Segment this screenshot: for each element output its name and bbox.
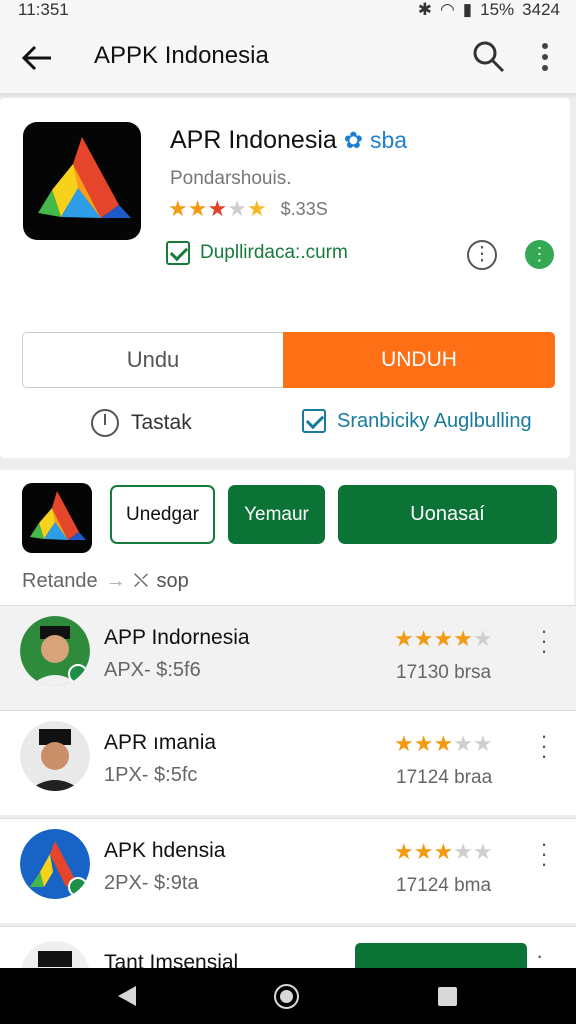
- item-count: 17124 bma: [396, 875, 492, 896]
- app-name: APR Indonesia: [170, 126, 337, 154]
- star-icon: ★: [187, 196, 208, 221]
- list-item[interactable]: APK hdensia 2PX- $:9ta ★ ★ ★ ★ ★ 17124 bma ·…: [0, 818, 576, 923]
- item-rating: ★ ★ ★ ★ ★: [394, 731, 493, 756]
- feature-tastak[interactable]: Tastak: [91, 409, 192, 437]
- list-item[interactable]: APP Indornesia APX- $:5f6 ★ ★ ★ ★ ★ 17130 br…: [0, 605, 576, 710]
- avatar: [20, 616, 90, 686]
- avatar: [20, 721, 90, 791]
- battery-percent: 15%: [480, 0, 515, 19]
- item-count: 17130 brsa: [396, 662, 492, 683]
- signal-icon: ▮: [462, 0, 473, 19]
- rating-row: ★ ★ ★ ★ ★ $.33S: [168, 198, 328, 220]
- item-rating: ★ ★ ★ ★ ★: [394, 626, 493, 651]
- item-price: 2PX- $:9ta: [104, 872, 199, 894]
- breadcrumb-right[interactable]: sop: [157, 570, 189, 593]
- system-nav-bar: [0, 968, 576, 1024]
- more-vert-icon[interactable]: · · ·: [536, 725, 552, 767]
- item-price: 1PX- $:5fc: [104, 764, 198, 786]
- chip-unedgar[interactable]: Unedgar: [110, 485, 215, 544]
- app-details-card: APR Indonesia ✿ sba Pondarshouis. ★ ★ ★ …: [0, 98, 570, 458]
- wifi-icon: ◠: [439, 0, 455, 19]
- nav-back-icon[interactable]: [118, 986, 136, 1006]
- more-vert-icon[interactable]: · · ·: [536, 620, 552, 662]
- star-icon: ★: [227, 196, 247, 221]
- item-count: 17124 braa: [396, 767, 493, 788]
- filter-card: Unedgar Yemaur Uonasaí Retande → ⛌ sop: [0, 470, 574, 605]
- breadcrumb-left[interactable]: Retande: [22, 570, 98, 593]
- app-bar: APPK Indonesia: [0, 22, 576, 94]
- app-logo-small-icon: [22, 483, 92, 553]
- avatar: [20, 829, 90, 899]
- item-action-button[interactable]: [355, 943, 527, 969]
- search-icon[interactable]: [472, 40, 506, 74]
- breadcrumb: Retande → ⛌ sop: [22, 570, 189, 593]
- list-item[interactable]: APR ımania 1PX- $:5fc ★ ★ ★ ★ ★ 17124 braa ·…: [0, 710, 576, 815]
- bluetooth-icon: ✱: [417, 0, 432, 19]
- nav-home-icon[interactable]: [274, 984, 299, 1009]
- feature-check[interactable]: Sranbiciky Auglbulling: [302, 409, 532, 433]
- feature-label: Tastak: [131, 411, 192, 434]
- avatar: [20, 941, 90, 971]
- more-vert-icon[interactable]: · · ·: [536, 833, 552, 875]
- item-name: APP Indornesia: [104, 626, 250, 649]
- status-bar: 11:351 ✱ ◠ ▮ 15% 3424: [0, 0, 576, 22]
- page-title: APPK Indonesia: [94, 42, 269, 69]
- verified-badge-icon: ✿: [343, 127, 364, 153]
- green-menu-icon[interactable]: ⋮: [525, 240, 554, 269]
- verified-badge-icon: [68, 877, 88, 897]
- verified-badge-icon: [68, 664, 88, 684]
- star-icon: ★: [246, 196, 267, 221]
- status-right: ✱ ◠ ▮ 15% 3424: [418, 0, 560, 20]
- status-time: 11:351: [18, 0, 69, 19]
- app-logo-icon: [23, 122, 141, 240]
- feature-label: Sranbiciky Auglbulling: [337, 409, 532, 432]
- star-icon: ★: [168, 196, 188, 221]
- clock-icon: [91, 409, 119, 437]
- item-name: APK hdensia: [104, 839, 226, 862]
- secondary-action-button[interactable]: Undu: [22, 332, 284, 388]
- more-options-icon[interactable]: ⋮: [467, 240, 497, 270]
- checkbox-icon[interactable]: [302, 409, 326, 433]
- chip-yemaur[interactable]: Yemaur: [228, 485, 325, 544]
- item-rating: ★ ★ ★ ★ ★: [394, 839, 493, 864]
- star-icon: ★: [207, 196, 228, 221]
- chip-uonasai[interactable]: Uonasaí: [338, 485, 557, 544]
- website-text: Dupllirdaca:.curm: [200, 242, 348, 263]
- price: $.33S: [280, 198, 328, 219]
- status-value: 3424: [522, 0, 560, 19]
- more-vert-icon[interactable]: ·: [536, 945, 543, 967]
- nav-recents-icon[interactable]: [438, 987, 457, 1006]
- satellite-icon: ⛌: [133, 570, 149, 592]
- more-vert-icon[interactable]: [530, 40, 560, 74]
- item-price: APX- $:5f6: [104, 659, 201, 681]
- website-link[interactable]: Dupllirdaca:.curm: [166, 241, 348, 265]
- list-item[interactable]: Tant Imsensial ·: [0, 926, 576, 974]
- developer-name[interactable]: Pondarshouis.: [170, 168, 291, 190]
- app-title: APR Indonesia ✿ sba: [170, 126, 407, 155]
- checkbox-icon[interactable]: [166, 241, 190, 265]
- item-name: APR ımania: [104, 731, 217, 754]
- back-arrow-icon[interactable]: [20, 40, 56, 76]
- download-button[interactable]: UNDUH: [283, 332, 555, 388]
- arrow-right-icon: →: [105, 570, 126, 592]
- verified-label: sba: [369, 127, 408, 153]
